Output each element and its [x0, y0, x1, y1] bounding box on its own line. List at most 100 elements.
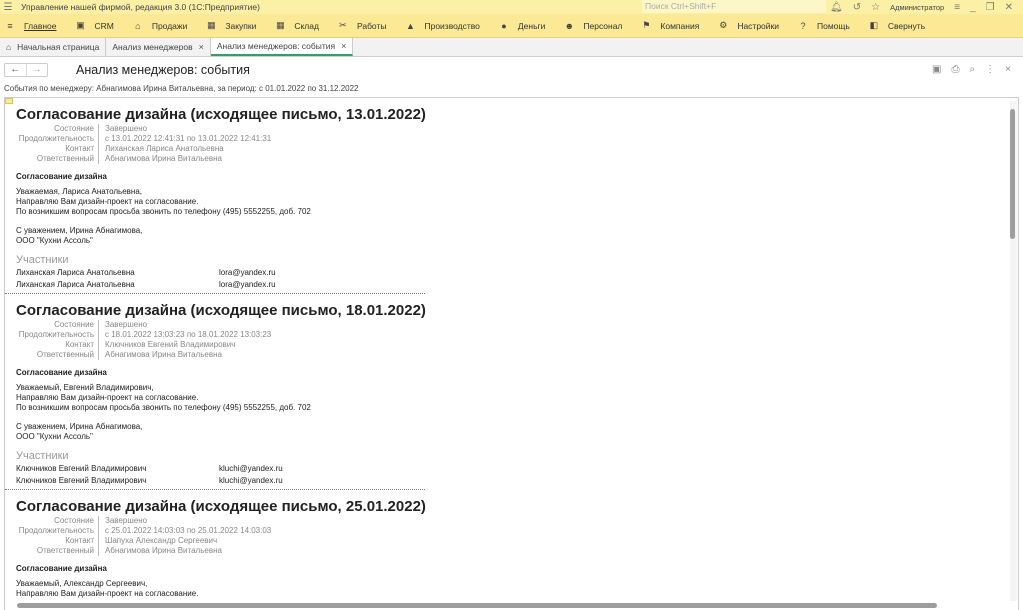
menu-item[interactable]: ● Деньги [498, 21, 545, 31]
field-row: Состояние Завершено [5, 516, 271, 526]
field-label: Контакт [5, 536, 99, 546]
event-subject: Согласование дизайна [16, 368, 107, 377]
menu-item[interactable]: ⌂ Продажи [132, 21, 187, 31]
event-title[interactable]: Согласование дизайна (исходящее письмо, … [16, 498, 426, 515]
tab-manager-events[interactable]: Анализ менеджеров: события × [210, 38, 354, 56]
menu-item[interactable]: ⚙ Настройки [717, 20, 779, 31]
field-label: Ответственный [5, 546, 99, 556]
bell-icon[interactable]: 🔔︎ [830, 2, 843, 13]
more-icon[interactable]: ⋮ [985, 64, 995, 75]
field-label: Ответственный [5, 350, 99, 360]
event-fields: Состояние Завершено Продолжительность с 13.… [5, 124, 271, 164]
field-value: Абнагимова Ирина Витальевна [105, 546, 222, 555]
menu-item[interactable]: ▦ Склад [274, 20, 319, 31]
event-fields: Состояние Завершено Продолжительность с 25.… [5, 516, 271, 556]
tab-home[interactable]: ⌂ Начальная страница [0, 38, 107, 56]
close-tab-icon[interactable]: × [199, 42, 204, 52]
menu-item[interactable]: ≡ Главное [4, 21, 56, 31]
close-window-icon[interactable]: ✕ [1005, 2, 1013, 13]
field-row: Продолжительность с 13.01.2022 12:41:31 п… [5, 134, 271, 144]
menu-item[interactable]: ▲ Производство [404, 20, 480, 31]
menu-icon: ▦ [207, 20, 216, 30]
user-name[interactable]: Администратор [890, 3, 944, 12]
hamburger-icon[interactable]: ☰ [0, 2, 16, 13]
titlebar-actions: 🔔︎ ↺ ☆ Администратор ≡ _ ❐ ✕ [830, 0, 1013, 14]
participant-email: lora@yandex.ru [219, 268, 276, 277]
field-row: Ответственный Абнагимова Ирина Витальевна [5, 350, 271, 360]
print-icon[interactable]: ⎙ [951, 64, 959, 75]
menu-item[interactable]: ☻ Персонал [563, 20, 623, 31]
restore-icon[interactable]: ❐ [986, 2, 995, 13]
event-body: Уважаемый, Евгений Владимирович, Направл… [16, 383, 311, 441]
menu-item-label: Главное [24, 20, 57, 31]
tab-manager-analysis[interactable]: Анализ менеджеров × [106, 38, 211, 56]
back-arrow-icon[interactable]: ← [5, 64, 26, 76]
menu-item-label: CRM [94, 20, 114, 31]
settings-menu-icon[interactable]: ≡ [954, 2, 960, 13]
field-row: Контакт Шапуха Александр Сергеевич [5, 536, 271, 546]
field-value: Завершено [105, 124, 148, 133]
menu-icon: ▣ [76, 20, 85, 30]
event-title[interactable]: Согласование дизайна (исходящее письмо, … [16, 302, 426, 319]
event-separator [5, 293, 425, 294]
minimize-icon[interactable]: _ [970, 2, 976, 13]
menu-item[interactable]: ? Помощь [797, 20, 850, 31]
field-row: Продолжительность с 18.01.2022 13:03:23 п… [5, 330, 271, 340]
event-separator [5, 489, 425, 490]
field-label: Продолжительность [5, 526, 99, 536]
forward-arrow-icon[interactable]: → [25, 64, 48, 76]
menu-icon: ▲ [406, 20, 415, 31]
close-form-icon[interactable]: × [1005, 64, 1011, 75]
field-row: Состояние Завершено [5, 320, 271, 330]
star-icon[interactable]: ☆ [871, 2, 880, 13]
menu-item-label: Свернуть [887, 20, 926, 31]
participants-list: Ключников Евгений Владимирович kluchi@yan… [16, 463, 283, 486]
menu-item[interactable]: ✂ Работы [337, 20, 386, 31]
search-input[interactable]: Поиск Ctrl+Shift+F [642, 0, 826, 13]
field-value: Абнагимова Ирина Витальевна [105, 350, 222, 359]
vertical-scrollbar[interactable] [1010, 101, 1017, 601]
tab-bar: ⌂ Начальная страница Анализ менеджеров × А… [0, 38, 1023, 57]
field-label: Продолжительность [5, 134, 99, 144]
menu-icon: ☻ [564, 20, 575, 31]
menu-item[interactable]: ◧ Свернуть [868, 20, 926, 31]
event-body: Уважаемая, Лариса Анатольевна, Направляю… [16, 187, 311, 245]
menu-item-label: Помощь [817, 20, 850, 31]
nav-buttons: ← → [4, 63, 48, 77]
participants-heading: Участники [16, 254, 69, 266]
menu-item-label: Производство [424, 20, 480, 31]
preview-icon[interactable]: ⌕ [969, 64, 975, 75]
menu-icon: ● [501, 20, 507, 31]
menu-item[interactable]: ▦ Закупки [205, 20, 256, 31]
history-icon[interactable]: ↺ [853, 2, 861, 13]
menu-item-label: Склад [294, 20, 319, 31]
home-icon: ⌂ [6, 42, 12, 52]
field-row: Продолжительность с 25.01.2022 14:03:03 п… [5, 526, 271, 536]
participant-email: kluchi@yandex.ru [219, 475, 283, 485]
close-tab-icon[interactable]: × [341, 41, 346, 51]
field-label: Состояние [5, 320, 99, 330]
tab-label: Анализ менеджеров [112, 42, 193, 52]
menu-item-label: Настройки [737, 20, 779, 31]
event-title[interactable]: Согласование дизайна (исходящее письмо, … [16, 106, 426, 123]
participant-row: Лиханская Лариса Анатольевна lora@yandex.… [16, 279, 276, 291]
menu-item[interactable]: ⚑ Компания [640, 20, 699, 31]
tab-label: Анализ менеджеров: события [216, 41, 336, 51]
field-label: Контакт [5, 340, 99, 350]
page-title: Анализ менеджеров: события [76, 63, 250, 77]
menu-item[interactable]: ▣ CRM [74, 20, 114, 31]
participant-name: Ключников Евгений Владимирович [16, 475, 147, 485]
save-icon[interactable]: ▣ [932, 64, 941, 75]
field-value: с 18.01.2022 13:03:23 по 18.01.2022 13:0… [105, 330, 272, 339]
vertical-scroll-thumb[interactable] [1010, 109, 1015, 239]
menu-icon: ◧ [869, 20, 879, 30]
field-value: Абнагимова Ирина Витальевна [105, 154, 222, 163]
field-value: с 13.01.2022 12:41:31 по 13.01.2022 12:4… [105, 134, 272, 143]
participant-row: Лиханская Лариса Анатольевна lora@yandex.… [16, 267, 276, 279]
field-value: Ключников Евгений Владимирович [105, 340, 236, 349]
horizontal-scroll-thumb[interactable] [17, 603, 937, 608]
field-value: Шапуха Александр Сергеевич [105, 536, 218, 545]
field-label: Продолжительность [5, 330, 99, 340]
event-fields: Состояние Завершено Продолжительность с 18.… [5, 320, 271, 360]
report-document: Согласование дизайна (исходящее письмо, … [4, 97, 1019, 610]
